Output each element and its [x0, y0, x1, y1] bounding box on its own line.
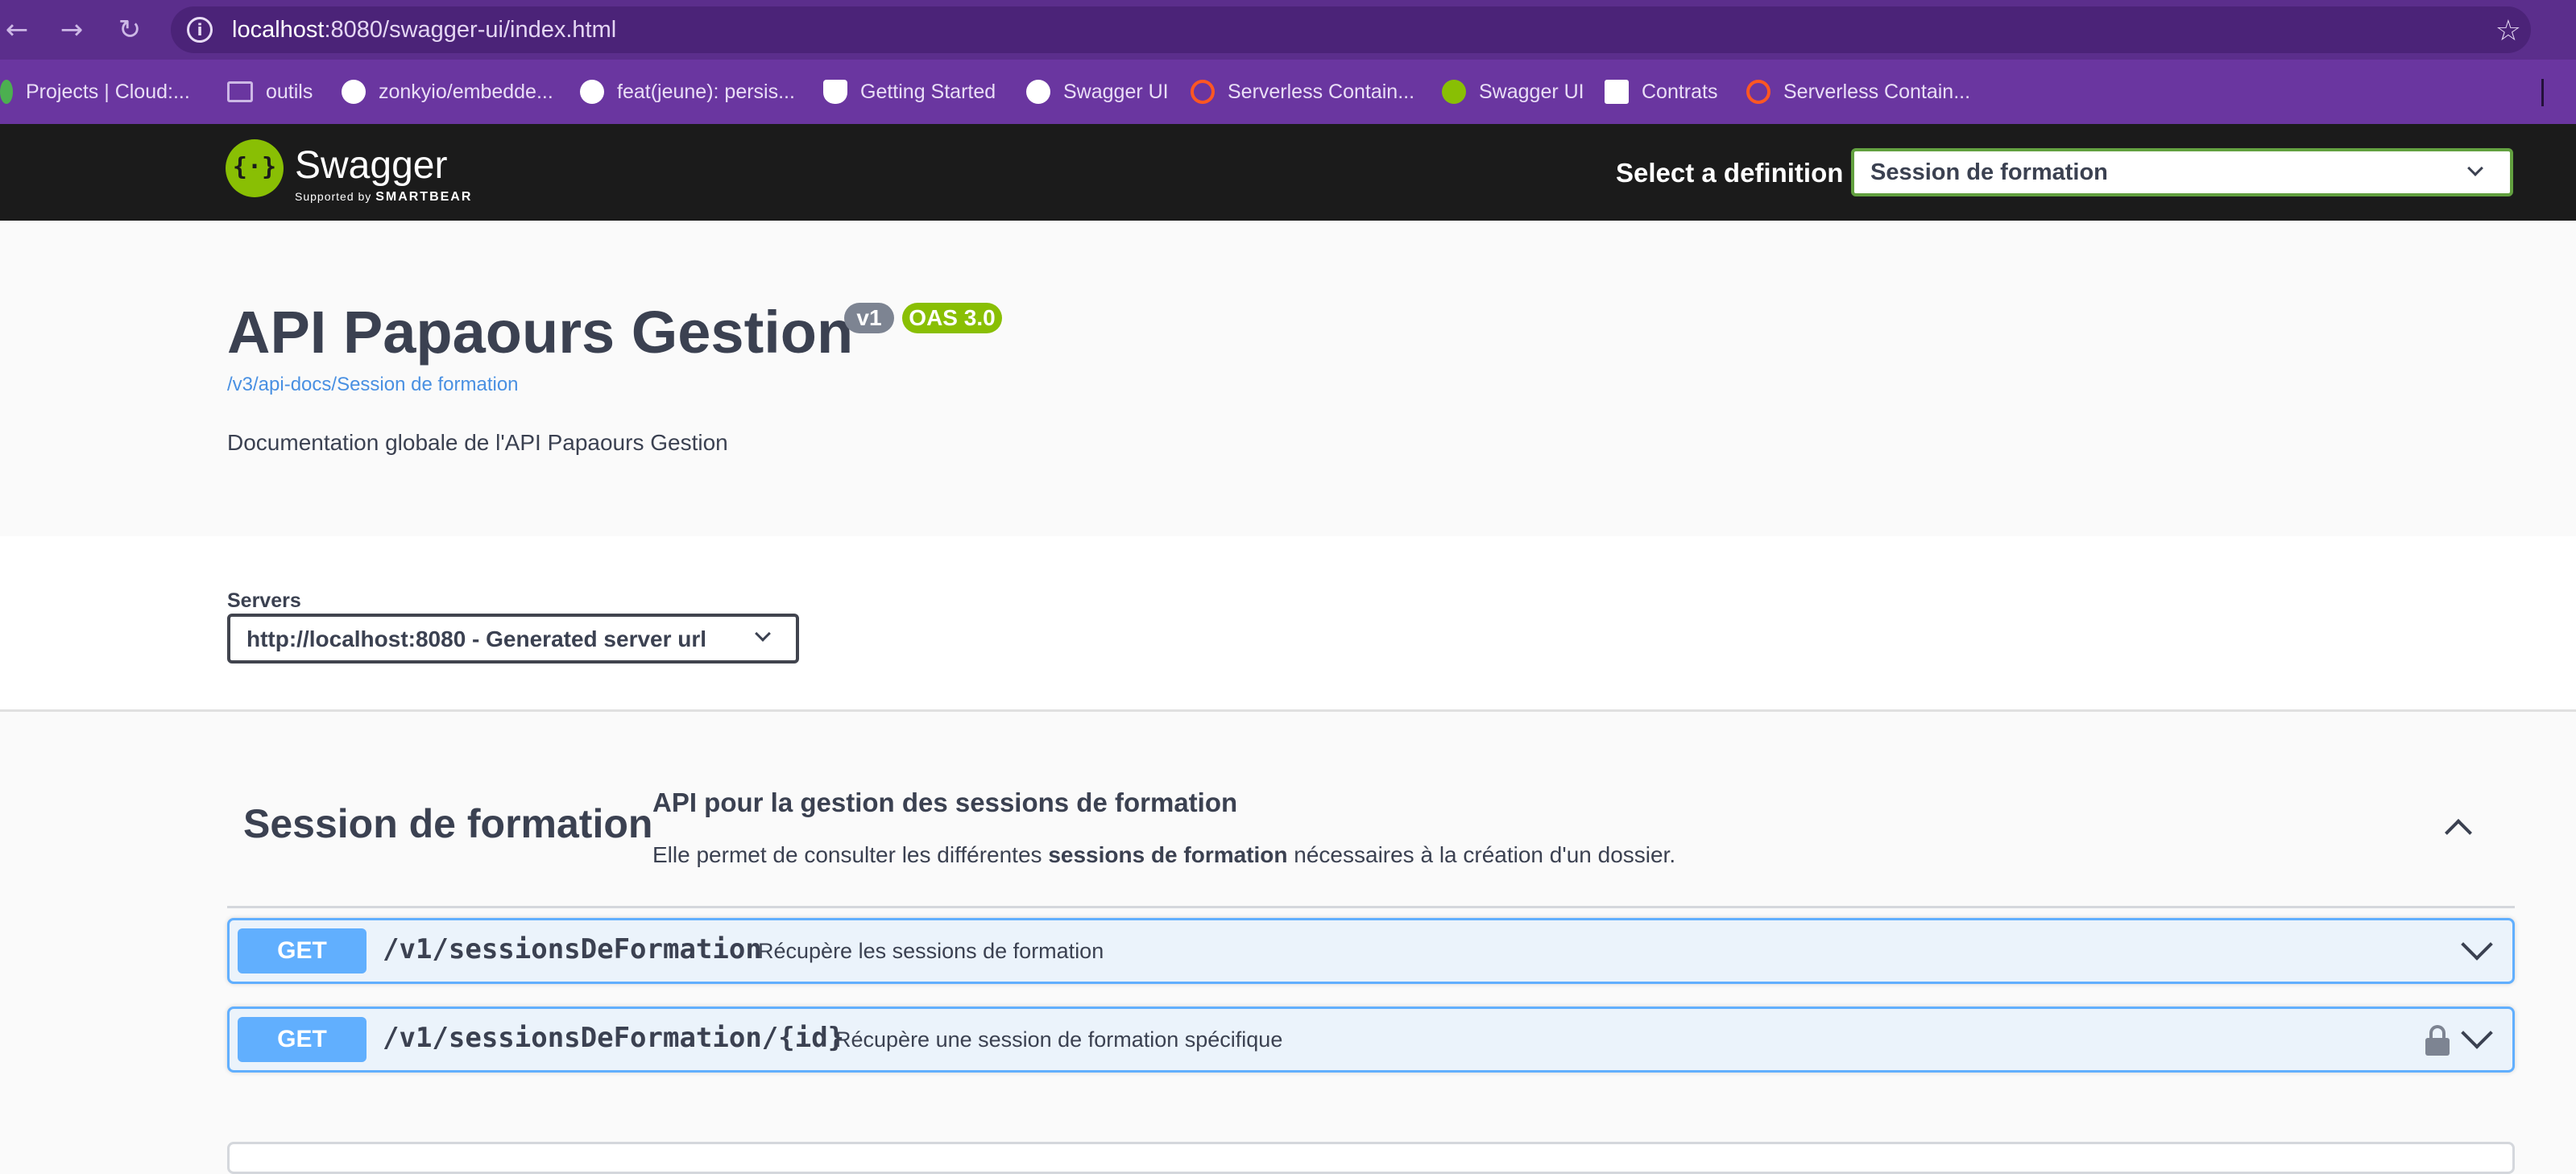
chevron-down-icon[interactable]: [2461, 1017, 2493, 1049]
supported-by-text: Supported by: [295, 190, 372, 203]
bookmark-item[interactable]: Projects | Cloud:...: [0, 77, 190, 106]
leaf-icon: [0, 80, 13, 104]
github-icon: [342, 80, 366, 104]
bookmarks-bar: Projects | Cloud:... outils zonkyio/embe…: [0, 60, 2576, 124]
bookmark-label: outils: [266, 80, 313, 103]
url-host: localhost: [232, 17, 325, 43]
bookmarks-divider: [2541, 79, 2544, 106]
bookmark-label: Swagger UI: [1479, 80, 1584, 103]
smartbear-text: SMARTBEAR: [375, 190, 473, 204]
select-definition-label: Select a definition: [1616, 158, 1844, 188]
url-text[interactable]: localhost:8080/swagger-ui/index.html: [232, 17, 616, 43]
tag-desc-end: nécessaires à la création d'un dossier.: [1287, 842, 1676, 867]
operation-get-sessions[interactable]: GET /v1/sessionsDeFormation Récupère les…: [227, 918, 2515, 984]
chevron-down-icon: [2467, 160, 2483, 176]
gear-icon: [1746, 80, 1770, 104]
bookmark-item[interactable]: feat(jeune): persis...: [580, 77, 795, 106]
bookmark-label: Contrats: [1642, 80, 1718, 103]
bookmark-label: Projects | Cloud:...: [26, 80, 190, 103]
api-info: API Papaours Gestion v1 OAS 3.0 /v3/api-…: [0, 221, 2576, 536]
browser-address-bar: ← → ↻ i localhost:8080/swagger-ui/index.…: [0, 0, 2576, 60]
smartbear-tagline: Supported by SMARTBEAR: [295, 190, 472, 205]
github-icon: [580, 80, 604, 104]
gear-icon: [1191, 80, 1215, 104]
tag-title: API pour la gestion des sessions de form…: [652, 787, 1238, 817]
collapse-button[interactable]: [2444, 813, 2473, 846]
bookmark-item[interactable]: Getting Started: [823, 77, 996, 106]
schemas-section: [227, 1142, 2515, 1174]
bookmark-item[interactable]: Swagger UI: [1442, 77, 1584, 106]
version-badge: v1: [844, 303, 894, 333]
forward-arrow-icon[interactable]: →: [56, 14, 87, 45]
bookmark-label: Serverless Contain...: [1228, 80, 1415, 103]
globe-icon: [1026, 80, 1050, 104]
bookmark-star-icon[interactable]: ☆: [2495, 14, 2521, 48]
servers-label: Servers: [227, 589, 301, 612]
bookmark-label: feat(jeune): persis...: [617, 80, 795, 103]
bookmark-item[interactable]: Serverless Contain...: [1191, 77, 1414, 106]
servers-section: Servers http://localhost:8080 - Generate…: [0, 536, 2576, 712]
api-description: Documentation globale de l'API Papaours …: [227, 430, 728, 455]
bookmark-label: Getting Started: [860, 80, 996, 103]
tag-section-header[interactable]: Session de formation API pour la gestion…: [227, 773, 2515, 908]
chevron-down-icon: [755, 626, 771, 642]
api-title: API Papaours Gestion: [227, 299, 854, 366]
definition-selected-value: Session de formation: [1870, 159, 2108, 185]
chevron-down-icon[interactable]: [2461, 928, 2493, 961]
server-selected-value: http://localhost:8080 - Generated server…: [246, 626, 707, 651]
bookmark-label: Serverless Contain...: [1783, 80, 1971, 103]
swagger-logo-icon[interactable]: {·}: [226, 139, 284, 197]
oas-badge: OAS 3.0: [902, 303, 1002, 333]
tag-desc-start: Elle permet de consulter les différentes: [652, 842, 1049, 867]
method-badge: GET: [238, 1017, 367, 1062]
bookmark-item[interactable]: zonkyio/embedde...: [342, 77, 553, 106]
tag-desc-bold: sessions de formation: [1048, 842, 1288, 867]
url-path: :8080/swagger-ui/index.html: [324, 17, 617, 43]
server-select[interactable]: http://localhost:8080 - Generated server…: [227, 614, 799, 663]
chevron-up-icon: [2445, 819, 2472, 846]
url-bar[interactable]: i localhost:8080/swagger-ui/index.html ☆: [171, 6, 2531, 53]
swagger-topbar: {·} Swagger Supported by SMARTBEAR Selec…: [0, 124, 2576, 221]
operation-path: /v1/sessionsDeFormation: [383, 933, 762, 965]
bookmark-item[interactable]: Contrats: [1605, 77, 1717, 106]
bookmark-item[interactable]: Serverless Contain...: [1746, 77, 1970, 106]
lock-body: [2425, 1038, 2450, 1056]
operation-get-session-by-id[interactable]: GET /v1/sessionsDeFormation/{id} Récupèr…: [227, 1007, 2515, 1073]
definition-select[interactable]: Session de formation: [1851, 148, 2513, 196]
operation-summary: Récupère les sessions de formation: [758, 939, 1104, 963]
operation-summary: Récupère une session de formation spécif…: [835, 1027, 1283, 1052]
shield-icon: [823, 80, 847, 104]
bookmark-label: zonkyio/embedde...: [379, 80, 553, 103]
lock-icon[interactable]: [2425, 1025, 2450, 1057]
bookmark-label: Swagger UI: [1063, 80, 1169, 103]
back-arrow-icon[interactable]: ←: [2, 14, 32, 45]
document-icon: [1605, 80, 1629, 104]
tag-description: Elle permet de consulter les différentes…: [652, 842, 1675, 868]
api-docs-link[interactable]: /v3/api-docs/Session de formation: [227, 374, 519, 396]
operation-path: /v1/sessionsDeFormation/{id}: [383, 1022, 845, 1054]
bookmark-item[interactable]: Swagger UI: [1026, 77, 1169, 106]
method-badge: GET: [238, 928, 367, 974]
folder-icon: [227, 81, 253, 102]
info-icon[interactable]: i: [187, 17, 213, 43]
bookmark-item[interactable]: outils: [227, 77, 313, 106]
swagger-brand[interactable]: Swagger: [295, 143, 447, 188]
swagger-icon: [1442, 80, 1466, 104]
reload-icon[interactable]: ↻: [114, 14, 145, 45]
tag-name[interactable]: Session de formation: [243, 800, 652, 847]
